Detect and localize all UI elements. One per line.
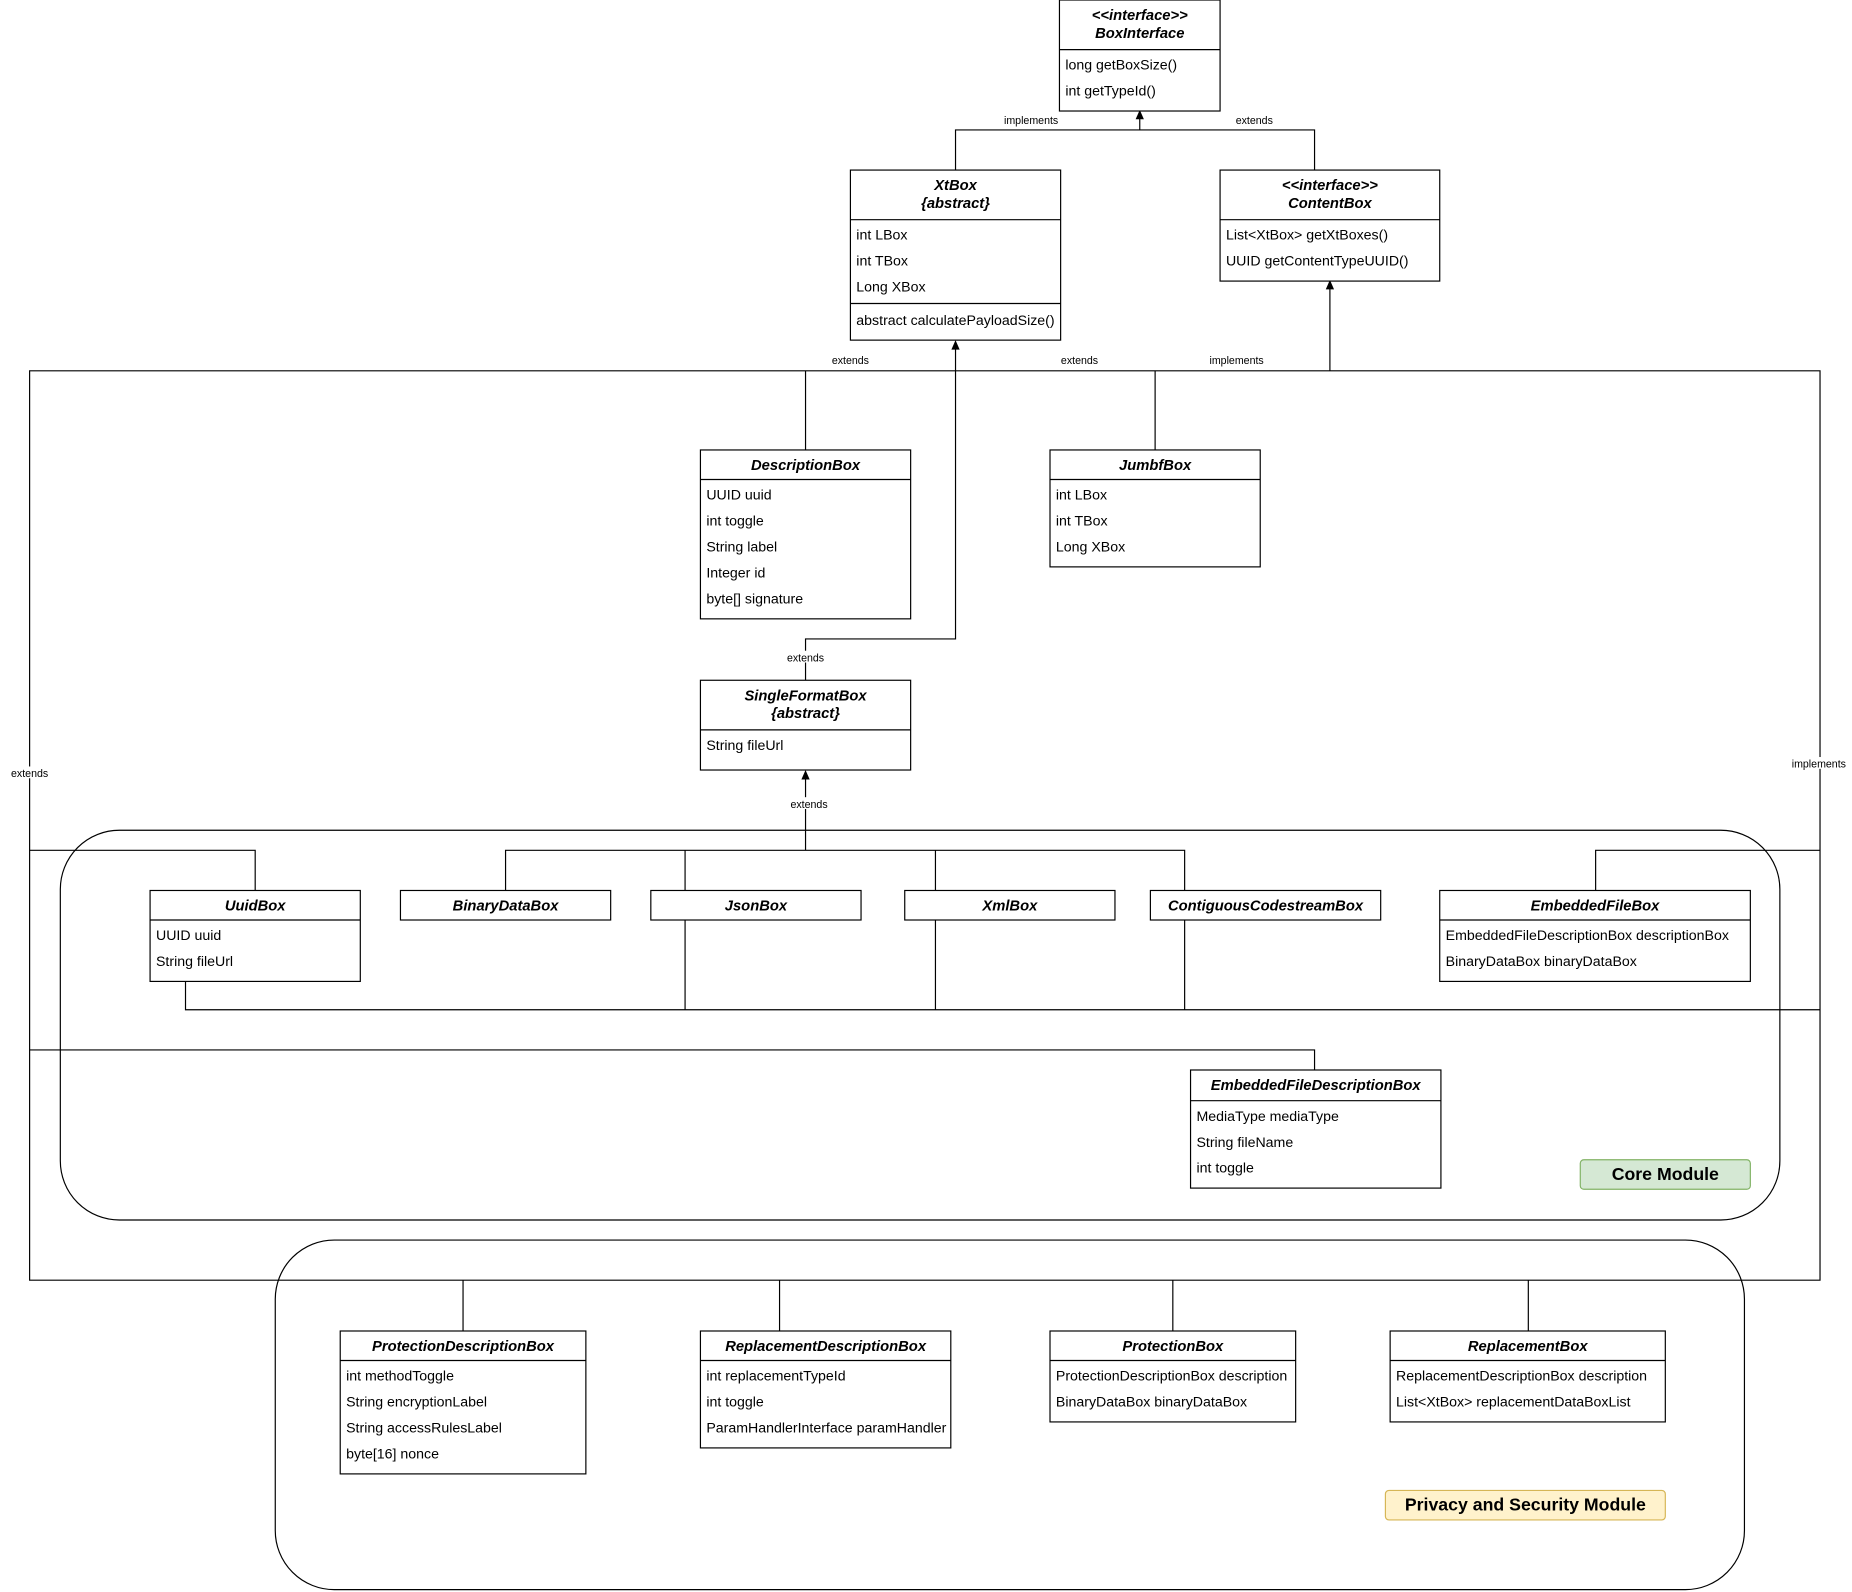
module-container: [59, 829, 1781, 1221]
class-attribute: Long XBox: [856, 280, 925, 296]
edge-label: extends: [790, 799, 827, 811]
class-embedded-file-box[interactable]: EmbeddedFileBox EmbeddedFileDescriptionBo…: [1439, 889, 1751, 983]
class-binary-data-box[interactable]: BinaryDataBox: [399, 889, 612, 921]
class-replacement-description-box[interactable]: ReplacementDescriptionBox int replacement…: [699, 1330, 952, 1449]
class-replacement-box[interactable]: ReplacementBox ReplacementDescriptionBox …: [1389, 1330, 1666, 1423]
class-json-box[interactable]: JsonBox: [650, 889, 862, 921]
class-attribute: List<XtBox> replacementDataBoxList: [1396, 1395, 1631, 1411]
class-attribute: String encryptionLabel: [346, 1395, 487, 1411]
class-title: SingleFormatBox: [744, 688, 867, 704]
class-title: {abstract}: [771, 706, 840, 722]
class-attribute: int methodToggle: [346, 1369, 454, 1385]
class-title: <<interface>>: [1092, 8, 1188, 24]
class-attribute: String fileUrl: [156, 954, 233, 970]
class-method: List<XtBox> getXtBoxes(): [1226, 228, 1388, 244]
class-attribute: byte[16] nonce: [346, 1447, 439, 1463]
class-title: ReplacementBox: [1468, 1339, 1588, 1355]
class-jumbf-box[interactable]: JumbfBox int LBox int TBox Long XBox: [1049, 449, 1261, 568]
class-title: XtBox: [933, 178, 977, 194]
class-attribute: ProtectionDescriptionBox description: [1056, 1369, 1287, 1385]
edge-label: extends: [832, 355, 869, 367]
edge-label: implements: [1792, 759, 1846, 771]
class-attribute: String label: [706, 540, 777, 556]
class-attribute: UUID uuid: [706, 488, 771, 504]
class-method: long getBoxSize(): [1065, 58, 1177, 74]
class-attribute: MediaType mediaType: [1196, 1109, 1339, 1125]
class-attribute: BinaryDataBox binaryDataBox: [1446, 954, 1637, 970]
edge-label: implements: [1209, 355, 1263, 367]
class-attribute: int toggle: [1196, 1161, 1254, 1177]
edge-label: extends: [1236, 115, 1273, 127]
edge-label: implements: [1004, 115, 1058, 127]
class-title: ProtectionBox: [1122, 1339, 1224, 1355]
class-box-interface[interactable]: <<interface>> BoxInterface long getBoxSize…: [1058, 0, 1221, 112]
class-method: UUID getContentTypeUUID(): [1226, 254, 1409, 270]
class-protection-box[interactable]: ProtectionBox ProtectionDescriptionBox de…: [1049, 1330, 1297, 1423]
class-title: JsonBox: [725, 899, 788, 915]
class-title: UuidBox: [225, 899, 286, 915]
class-title: ProtectionDescriptionBox: [372, 1339, 555, 1355]
edge-label: extends: [1061, 355, 1098, 367]
class-xml-box[interactable]: XmlBox: [904, 889, 1116, 921]
class-title: BoxInterface: [1095, 26, 1184, 42]
class-method: int getTypeId(): [1065, 84, 1156, 100]
module-label: Core Module: [1612, 1164, 1719, 1184]
class-attribute: int toggle: [706, 514, 764, 530]
edge-label: extends: [787, 652, 824, 664]
class-embedded-file-description-box[interactable]: EmbeddedFileDescriptionBox MediaType medi…: [1189, 1069, 1442, 1189]
class-attribute: ParamHandlerInterface paramHandler: [706, 1421, 946, 1437]
class-attribute: int TBox: [1056, 514, 1108, 530]
class-uuid-box[interactable]: UuidBoxUUID uuid String fileUrl: [149, 889, 361, 983]
class-attribute: String fileUrl: [706, 738, 783, 754]
class-title: JumbfBox: [1119, 458, 1192, 474]
class-attribute: int TBox: [856, 254, 908, 270]
class-attribute: int LBox: [856, 228, 907, 244]
class-xt-box[interactable]: XtBox {abstract} int LBox int TBox Long XBox…: [849, 169, 1062, 341]
class-attribute: int replacementTypeId: [706, 1369, 845, 1385]
class-content-box[interactable]: <<interface>> ContentBox List<XtBox> getXt…: [1219, 169, 1441, 282]
class-attribute: String fileName: [1196, 1135, 1293, 1151]
class-title: <<interface>>: [1282, 178, 1378, 194]
class-attribute: EmbeddedFileDescriptionBox descriptionBo…: [1446, 928, 1729, 944]
class-attribute: UUID uuid: [156, 928, 221, 944]
class-title: EmbeddedFileDescriptionBox: [1211, 1078, 1422, 1094]
class-single-format-box[interactable]: SingleFormatBox {abstract} String fileUrl: [699, 679, 912, 771]
class-title: ReplacementDescriptionBox: [725, 1339, 927, 1355]
edge-label: extends: [11, 768, 48, 780]
class-title: EmbeddedFileBox: [1531, 899, 1660, 915]
class-attribute: int LBox: [1056, 488, 1107, 504]
class-title: DescriptionBox: [751, 458, 861, 474]
class-attribute: ReplacementDescriptionBox description: [1396, 1369, 1647, 1385]
class-attribute: int toggle: [706, 1395, 764, 1411]
class-title: ContentBox: [1288, 196, 1372, 212]
class-method: abstract calculatePayloadSize(): [856, 313, 1054, 329]
class-contiguous-codestream-box[interactable]: ContiguousCodestreamBox: [1149, 889, 1382, 921]
class-attribute: byte[] signature: [706, 591, 803, 607]
class-title: {abstract}: [921, 196, 990, 212]
uml-class-diagram: implements extends extends extends implement…: [1, 0, 1848, 1591]
class-attribute: Integer id: [706, 566, 765, 582]
module-label: Privacy and Security Module: [1405, 1495, 1646, 1515]
class-attribute: BinaryDataBox binaryDataBox: [1056, 1395, 1247, 1411]
class-title: XmlBox: [981, 899, 1038, 915]
class-title: ContiguousCodestreamBox: [1168, 899, 1364, 915]
class-protection-description-box[interactable]: ProtectionDescriptionBox int methodToggle…: [339, 1330, 587, 1475]
class-attribute: String accessRulesLabel: [346, 1421, 502, 1437]
class-attribute: Long XBox: [1056, 540, 1125, 556]
class-description-box[interactable]: DescriptionBox UUID uuid int toggle String …: [699, 449, 912, 620]
class-title: BinaryDataBox: [453, 899, 560, 915]
